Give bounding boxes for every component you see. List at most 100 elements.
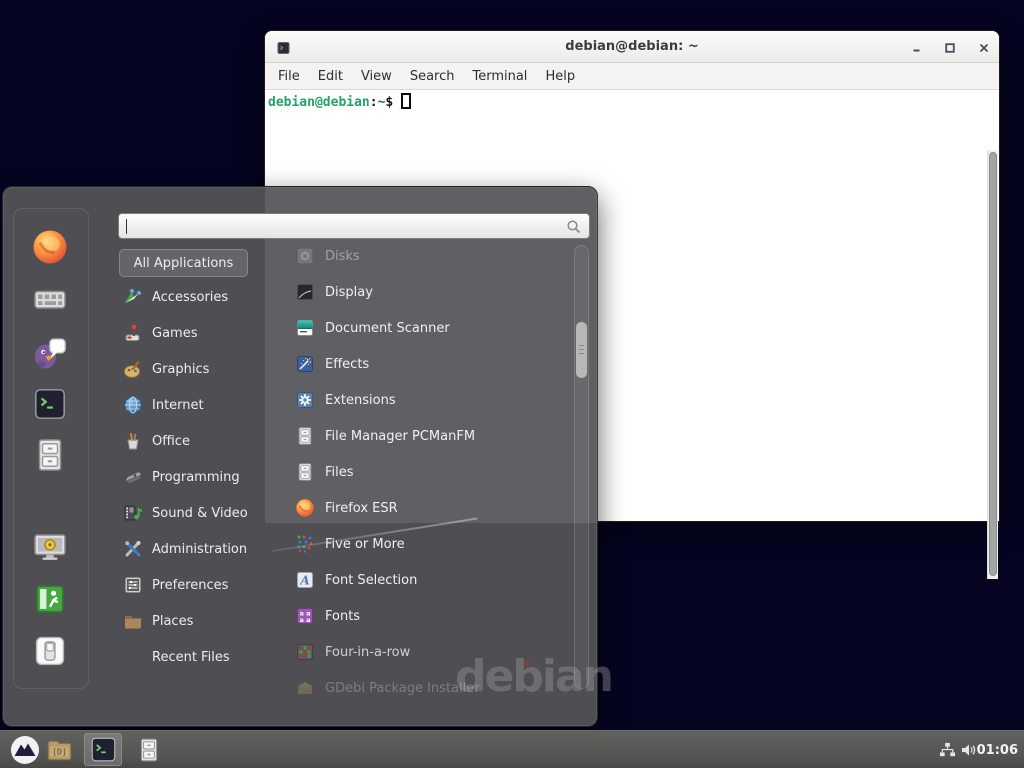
firefox-icon: [32, 229, 68, 265]
desktop: debian@debian: ~ File Edit View Search T…: [0, 0, 1024, 768]
maximize-button[interactable]: [942, 40, 957, 55]
graphics-icon: [123, 359, 143, 379]
svg-text:A: A: [299, 574, 309, 588]
terminal-cursor: [401, 93, 411, 109]
search-input[interactable]: [118, 213, 590, 239]
app-item-disks[interactable]: Disks: [295, 238, 571, 274]
sidebar-shortcut-pidgin[interactable]: [30, 332, 70, 372]
menu-edit[interactable]: Edit: [309, 69, 352, 84]
category-internet[interactable]: Internet: [123, 390, 273, 420]
sidebar-shortcut-shutdown[interactable]: [30, 631, 70, 671]
scrollbar-grip: [579, 345, 584, 355]
terminal-scrollbar[interactable]: [987, 150, 998, 579]
sidebar-shortcut-logout[interactable]: [30, 579, 70, 619]
category-all-applications[interactable]: All Applications: [119, 249, 248, 277]
taskbar: [D] 01:06: [0, 730, 1024, 768]
sidebar-shortcut-software-manager[interactable]: [30, 279, 70, 319]
category-recent-files[interactable]: Recent Files: [123, 642, 273, 672]
app-item-firefox-esr[interactable]: Firefox ESR: [295, 490, 571, 526]
gdebi-icon: [295, 678, 315, 698]
menu-file[interactable]: File: [269, 69, 309, 84]
app-item-extensions[interactable]: Extensions: [295, 382, 571, 418]
logout-icon: [33, 582, 67, 616]
category-graphics[interactable]: Graphics: [123, 354, 273, 384]
terminal-titlebar[interactable]: debian@debian: ~: [265, 31, 999, 63]
category-sound-video[interactable]: Sound & Video: [123, 498, 273, 528]
svg-text:[D]: [D]: [52, 746, 67, 756]
fonts-icon: a aa a: [295, 606, 315, 626]
disks-icon: [295, 246, 315, 266]
file-cabinet-icon: [136, 737, 162, 763]
office-icon: [123, 431, 143, 451]
font-selection-icon: A: [295, 570, 315, 590]
menu-view[interactable]: View: [352, 69, 401, 84]
terminal-menubar: File Edit View Search Terminal Help: [265, 63, 999, 90]
menu-terminal[interactable]: Terminal: [463, 69, 536, 84]
category-places[interactable]: Places: [123, 606, 273, 636]
category-preferences[interactable]: Preferences: [123, 570, 273, 600]
app-item-five-or-more[interactable]: Five or More: [295, 526, 571, 562]
pidgin-icon: [32, 334, 68, 370]
terminal-icon: [33, 387, 67, 421]
search-icon: [566, 219, 582, 235]
app-item-effects[interactable]: Effects: [295, 346, 571, 382]
software-manager-icon: [32, 281, 68, 317]
menu-search[interactable]: Search: [401, 69, 464, 84]
network-icon: [939, 742, 956, 759]
app-list-scrollbar-handle[interactable]: [576, 322, 587, 378]
menu-help[interactable]: Help: [536, 69, 584, 84]
sidebar-shortcut-firefox[interactable]: [30, 227, 70, 267]
taskbar-terminal-active[interactable]: [84, 733, 122, 766]
lock-screen-icon: [32, 529, 68, 565]
category-games[interactable]: Games: [123, 318, 273, 348]
four-in-a-row-icon: [295, 642, 315, 662]
terminal-scrollbar-handle[interactable]: [989, 152, 997, 576]
sidebar-shortcut-file-manager[interactable]: [30, 435, 70, 475]
sidebar-shortcut-terminal[interactable]: [30, 384, 70, 424]
app-item-four-in-a-row[interactable]: Four-in-a-row: [295, 634, 571, 670]
clock[interactable]: 01:06: [977, 731, 1018, 768]
accessories-icon: [123, 287, 143, 307]
effects-icon: [295, 354, 315, 374]
window-title: debian@debian: ~: [565, 39, 698, 54]
category-accessories[interactable]: Accessories: [123, 282, 273, 312]
app-item-files[interactable]: Files: [295, 454, 571, 490]
document-scanner-icon: [295, 318, 315, 338]
close-button[interactable]: [976, 40, 991, 55]
app-item-gdebi[interactable]: GDebi Package Installer: [295, 670, 571, 706]
menu-logo-icon: [10, 735, 40, 765]
file-cabinet-icon: [32, 437, 68, 473]
app-list-scrollbar[interactable]: [574, 245, 589, 689]
sidebar-shortcut-lock-screen[interactable]: [30, 527, 70, 567]
places-icon: [123, 611, 143, 631]
category-administration[interactable]: Administration: [123, 534, 273, 564]
app-item-file-manager-pcmanfm[interactable]: File Manager PCManFM: [295, 418, 571, 454]
taskbar-file-manager-launcher[interactable]: [D]: [44, 731, 74, 768]
folder-icon: [D]: [46, 738, 73, 763]
sound-video-icon: [123, 503, 143, 523]
application-menu: debian: [2, 186, 598, 727]
volume-icon: [960, 741, 978, 759]
terminal-icon: [90, 736, 117, 763]
minimize-button[interactable]: [909, 40, 924, 55]
category-programming[interactable]: Programming: [123, 462, 273, 492]
terminal-window-icon: [277, 40, 291, 54]
app-item-fonts[interactable]: a aa a Fonts: [295, 598, 571, 634]
app-item-document-scanner[interactable]: Document Scanner: [295, 310, 571, 346]
games-icon: [123, 323, 143, 343]
network-tray-icon[interactable]: [936, 731, 958, 768]
svg-text:a a: a a: [299, 616, 310, 624]
extensions-icon: [295, 390, 315, 410]
prompt-user: debian@debian: [268, 95, 370, 110]
programming-icon: [123, 467, 143, 487]
administration-icon: [123, 539, 143, 559]
display-icon: [295, 282, 315, 302]
app-item-display[interactable]: Display: [295, 274, 571, 310]
menu-button[interactable]: [8, 731, 42, 768]
category-office[interactable]: Office: [123, 426, 273, 456]
app-item-font-selection[interactable]: A Font Selection: [295, 562, 571, 598]
preferences-icon: [123, 575, 143, 595]
taskbar-files-launcher[interactable]: [134, 731, 164, 768]
shell-prompt: debian@debian:~$: [268, 93, 411, 110]
text-caret: [126, 219, 127, 234]
